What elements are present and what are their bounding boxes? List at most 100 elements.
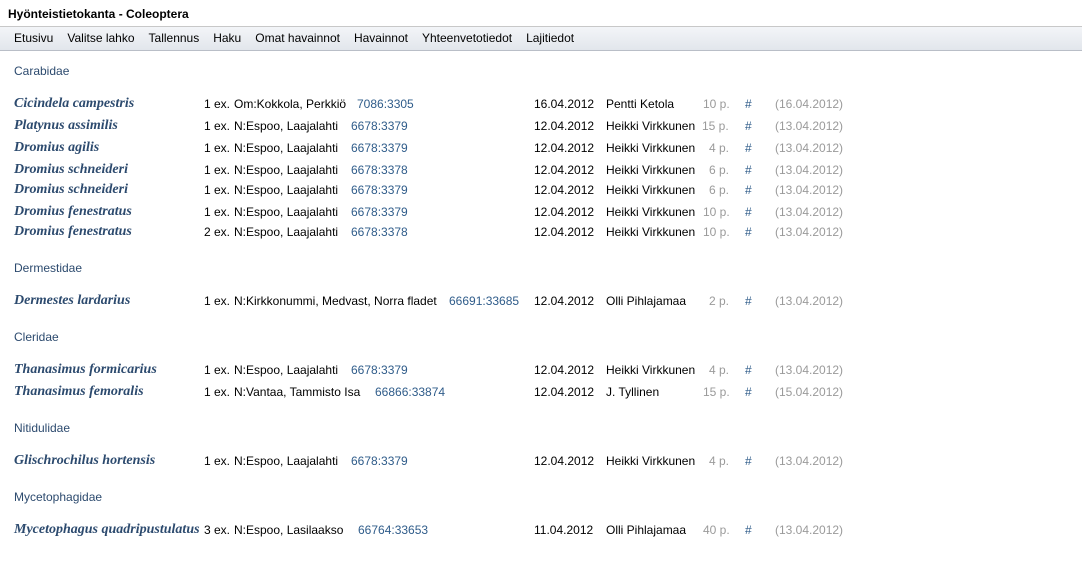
recorded-date: (13.04.2012) [775,225,844,239]
observer: Olli Pihlajamaa [606,523,687,537]
observation-row: Cicindela campestris 1 ex. Om:Kokkola, P… [0,96,1082,116]
points: 10 p. [703,97,730,111]
points: 10 p. [703,225,730,239]
coordinate-link[interactable]: 66764:33653 [358,523,428,537]
observation-row: Dromius schneideri 1 ex. N:Espoo, Laajal… [0,162,1082,182]
locality: N:Espoo, Laajalahti [234,119,339,133]
coordinate-link[interactable]: 6678:3378 [351,225,408,239]
coordinate-link[interactable]: 66866:33874 [375,385,445,399]
locality: N:Espoo, Laajalahti [234,183,339,197]
points: 6 p. [709,163,730,177]
observer: Heikki Virkkunen [606,119,696,133]
coordinate-link[interactable]: 6678:3379 [351,454,408,468]
locality: Om:Kokkola, Perkkiö [234,97,347,111]
count: 1 ex. [204,363,231,377]
count: 1 ex. [204,205,231,219]
observation-row: Thanasimus formicarius 1 ex. N:Espoo, La… [0,362,1082,382]
family-heading: Mycetophagidae [14,490,103,504]
coordinate-link[interactable]: 6678:3379 [351,183,408,197]
details-link[interactable]: # [745,385,752,399]
details-link[interactable]: # [745,454,752,468]
observation-list: Carabidae Cicindela campestris 1 ex. Om:… [0,51,1082,586]
locality: N:Espoo, Laajalahti [234,363,339,377]
observer: Heikki Virkkunen [606,363,696,377]
recorded-date: (13.04.2012) [775,523,844,537]
menu-item-havainnot[interactable]: Havainnot [347,27,415,50]
species-link[interactable]: Dermestes lardarius [14,293,130,309]
observation-row: Platynus assimilis 1 ex. N:Espoo, Laajal… [0,118,1082,138]
observation-row: Mycetophagus quadripustulatus 3 ex. N:Es… [0,522,1082,542]
menu-item-etusivu[interactable]: Etusivu [7,27,60,50]
details-link[interactable]: # [745,163,752,177]
observer: Heikki Virkkunen [606,454,696,468]
family-heading: Carabidae [14,64,70,78]
species-link[interactable]: Dromius agilis [14,140,99,156]
details-link[interactable]: # [745,225,752,239]
species-link[interactable]: Dromius fenestratus [14,224,132,240]
details-link[interactable]: # [745,523,752,537]
coordinate-link[interactable]: 66691:33685 [449,294,519,308]
details-link[interactable]: # [745,363,752,377]
observer: Heikki Virkkunen [606,163,696,177]
date: 11.04.2012 [534,523,594,537]
recorded-date: (13.04.2012) [775,163,844,177]
species-link[interactable]: Cicindela campestris [14,96,134,112]
details-link[interactable]: # [745,97,752,111]
observation-row: Thanasimus femoralis 1 ex. N:Vantaa, Tam… [0,384,1082,404]
locality: N:Espoo, Laajalahti [234,163,339,177]
observer: Pentti Ketola [606,97,675,111]
menu-item-omat-havainnot[interactable]: Omat havainnot [248,27,347,50]
species-link[interactable]: Dromius schneideri [14,182,128,198]
details-link[interactable]: # [745,141,752,155]
species-link[interactable]: Glischrochilus hortensis [14,453,155,469]
recorded-date: (13.04.2012) [775,141,844,155]
observation-row: Dermestes lardarius 1 ex. N:Kirkkonummi,… [0,293,1082,313]
details-link[interactable]: # [745,205,752,219]
recorded-date: (13.04.2012) [775,454,844,468]
observation-row: Dromius fenestratus 1 ex. N:Espoo, Laaja… [0,204,1082,224]
menu-item-tallennus[interactable]: Tallennus [142,27,207,50]
locality: N:Kirkkonummi, Medvast, Norra fladet [234,294,437,308]
date: 12.04.2012 [534,183,595,197]
menu-item-valitse-lahko[interactable]: Valitse lahko [60,27,141,50]
locality: N:Espoo, Laajalahti [234,454,339,468]
points: 15 p. [702,119,729,133]
observer: Olli Pihlajamaa [606,294,687,308]
locality: N:Espoo, Laajalahti [234,141,339,155]
recorded-date: (16.04.2012) [775,97,844,111]
recorded-date: (13.04.2012) [775,205,844,219]
date: 12.04.2012 [534,294,595,308]
species-link[interactable]: Dromius fenestratus [14,204,132,220]
date: 12.04.2012 [534,225,595,239]
points: 15 p. [703,385,730,399]
recorded-date: (13.04.2012) [775,183,844,197]
count: 1 ex. [204,454,231,468]
species-link[interactable]: Thanasimus formicarius [14,362,157,378]
menu-item-lajitiedot[interactable]: Lajitiedot [519,27,581,50]
observer: Heikki Virkkunen [606,205,696,219]
coordinate-link[interactable]: 7086:3305 [357,97,414,111]
observation-row: Dromius agilis 1 ex. N:Espoo, Laajalahti… [0,140,1082,160]
menu-item-haku[interactable]: Haku [206,27,248,50]
species-link[interactable]: Mycetophagus quadripustulatus [14,522,200,538]
menu-item-yhteenvetotiedot[interactable]: Yhteenvetotiedot [415,27,519,50]
menu-items: Etusivu Valitse lahko Tallennus Haku Oma… [7,27,581,50]
details-link[interactable]: # [745,119,752,133]
species-link[interactable]: Platynus assimilis [14,118,118,134]
recorded-date: (13.04.2012) [775,363,844,377]
species-link[interactable]: Thanasimus femoralis [14,384,144,400]
details-link[interactable]: # [745,294,752,308]
window-title: Hyönteistietokanta - Coleoptera [8,7,189,21]
coordinate-link[interactable]: 6678:3378 [351,163,408,177]
coordinate-link[interactable]: 6678:3379 [351,119,408,133]
recorded-date: (13.04.2012) [775,294,844,308]
date: 12.04.2012 [534,205,595,219]
coordinate-link[interactable]: 6678:3379 [351,363,408,377]
count: 2 ex. [204,225,231,239]
date: 12.04.2012 [534,119,595,133]
species-link[interactable]: Dromius schneideri [14,162,128,178]
details-link[interactable]: # [745,183,752,197]
coordinate-link[interactable]: 6678:3379 [351,141,408,155]
coordinate-link[interactable]: 6678:3379 [351,205,408,219]
observer: Heikki Virkkunen [606,183,696,197]
